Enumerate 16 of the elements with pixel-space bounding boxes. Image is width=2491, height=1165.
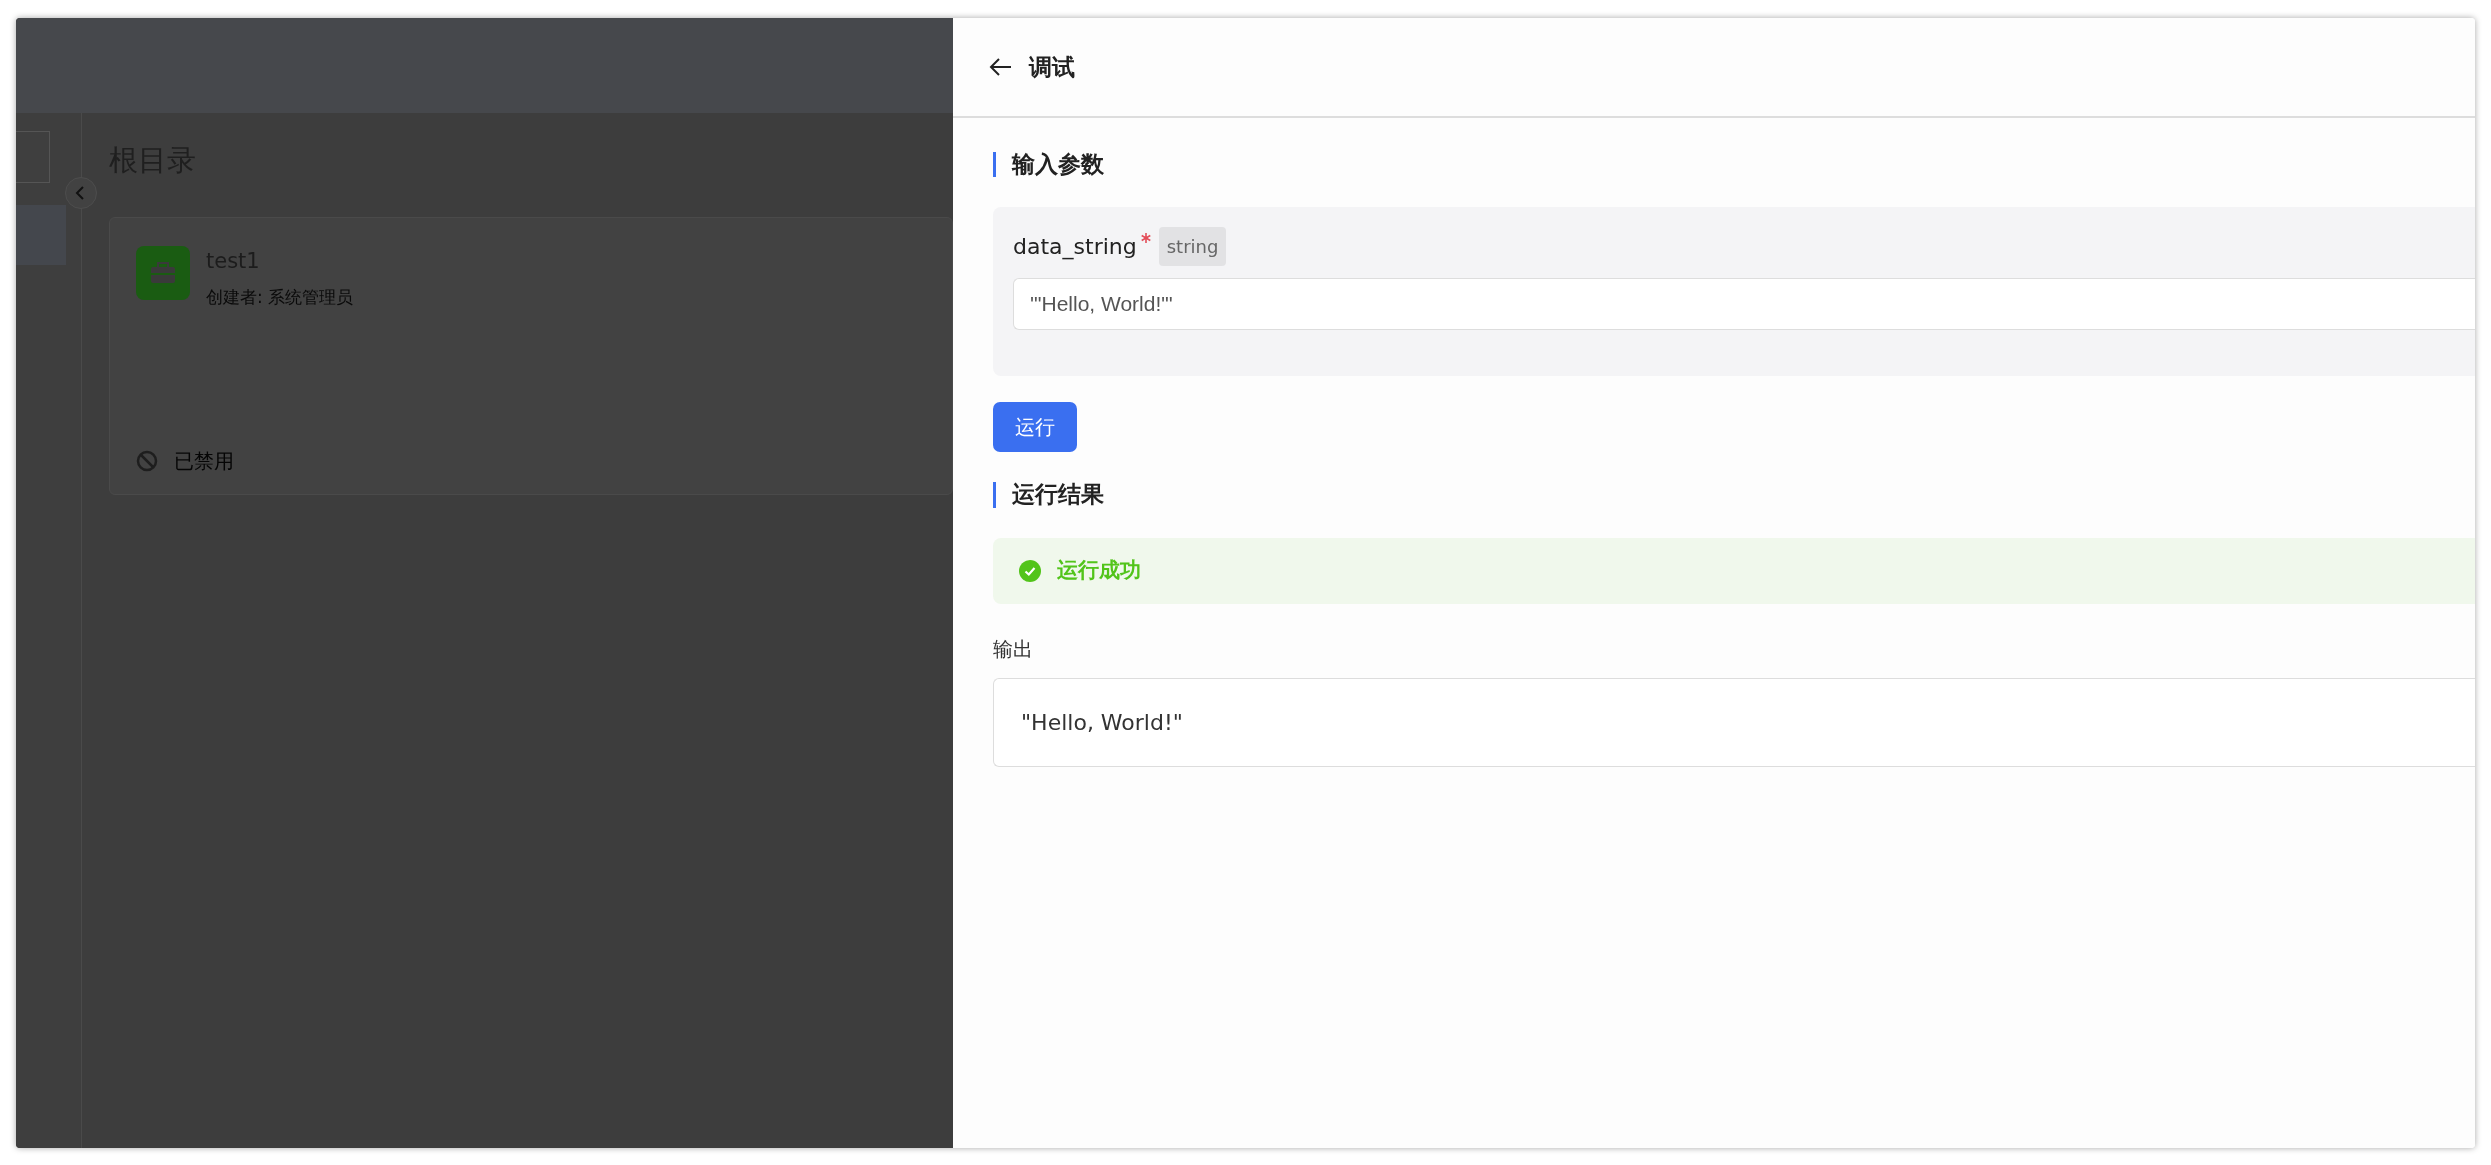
input-field[interactable]: '"Hello, World!"' xyxy=(1013,278,2475,331)
section-title: 运行结果 xyxy=(993,482,2475,508)
section-title: 输入参数 xyxy=(993,152,2475,178)
type-tag: string xyxy=(1158,227,1227,267)
status-text: 已禁用 xyxy=(174,447,234,475)
run-button[interactable]: 运行 xyxy=(993,402,1077,453)
toolbox-icon xyxy=(136,245,190,300)
output-text: "Hello, World!" xyxy=(1021,708,1183,737)
check-circle-icon xyxy=(1019,559,1041,582)
back-icon[interactable] xyxy=(989,57,1013,77)
drawer-title: 调试 xyxy=(1029,52,1075,82)
param-name: data_string xyxy=(1013,233,1137,262)
sidebar-field[interactable] xyxy=(16,131,50,183)
collapse-button[interactable] xyxy=(65,177,97,209)
result-status: 运行成功 xyxy=(1057,556,1141,584)
output-label: 输出 xyxy=(993,635,1034,663)
